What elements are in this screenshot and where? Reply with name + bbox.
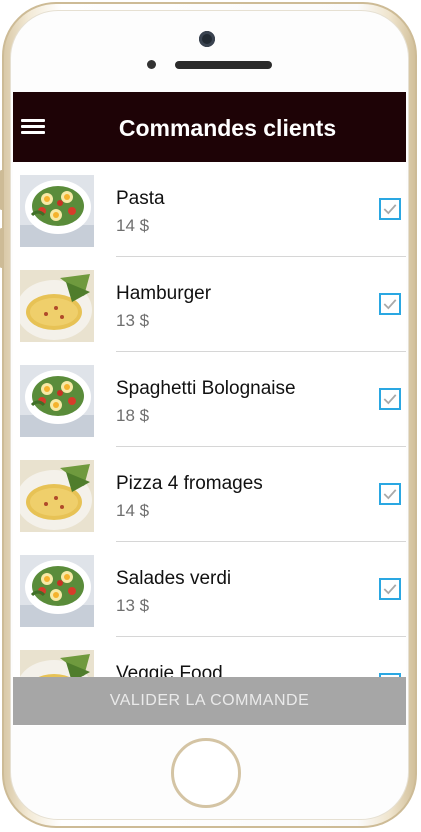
omelette-plate-image — [20, 460, 94, 532]
validate-order-button[interactable]: VALIDER LA COMMANDE — [13, 677, 406, 725]
page-title: Commandes clients — [118, 115, 337, 141]
item-price: 14 $ — [116, 216, 150, 235]
item-price: 18 $ — [116, 406, 150, 425]
item-checkbox[interactable] — [379, 483, 401, 505]
item-name: Pizza 4 fromages — [116, 473, 263, 494]
item-checkbox[interactable] — [379, 293, 401, 315]
salad-bowl-image — [20, 365, 94, 437]
list-item[interactable]: Spaghetti Bolognaise 18 $ — [13, 352, 406, 447]
item-name: Salades verdi — [116, 568, 232, 589]
hamburger-menu-icon[interactable] — [21, 119, 45, 135]
salad-bowl-image — [20, 555, 94, 627]
front-camera — [199, 31, 215, 47]
app-bar: Commandes clients — [13, 92, 406, 162]
item-price: 13 $ — [116, 596, 150, 615]
volume-button — [0, 228, 3, 268]
item-name: Spaghetti Bolognaise — [116, 378, 296, 399]
earpiece-speaker — [175, 61, 272, 69]
order-list: Pasta 14 $ Hamburger 13 $ Spaghetti Bolognai… — [13, 162, 406, 681]
item-name: Hamburger — [116, 283, 212, 304]
list-item[interactable]: Pasta 14 $ — [13, 162, 406, 257]
list-item[interactable]: Hamburger 13 $ — [13, 257, 406, 352]
item-checkbox[interactable] — [379, 388, 401, 410]
item-price: 13 $ — [116, 311, 150, 330]
item-price: 14 $ — [116, 501, 150, 520]
item-checkbox[interactable] — [379, 198, 401, 220]
item-name: Pasta — [116, 188, 165, 209]
salad-bowl-image — [20, 175, 94, 247]
app-screen: Commandes clients Pasta 14 $ Hamburger 13 $… — [13, 92, 406, 726]
list-item[interactable]: Pizza 4 fromages 14 $ — [13, 447, 406, 542]
omelette-plate-image — [20, 270, 94, 342]
item-checkbox[interactable] — [379, 578, 401, 600]
proximity-sensor — [147, 60, 156, 69]
list-item[interactable]: Veggie Food — [13, 637, 406, 681]
home-button[interactable] — [171, 738, 241, 808]
list-item[interactable]: Salades verdi 13 $ — [13, 542, 406, 637]
volume-button — [0, 170, 3, 210]
